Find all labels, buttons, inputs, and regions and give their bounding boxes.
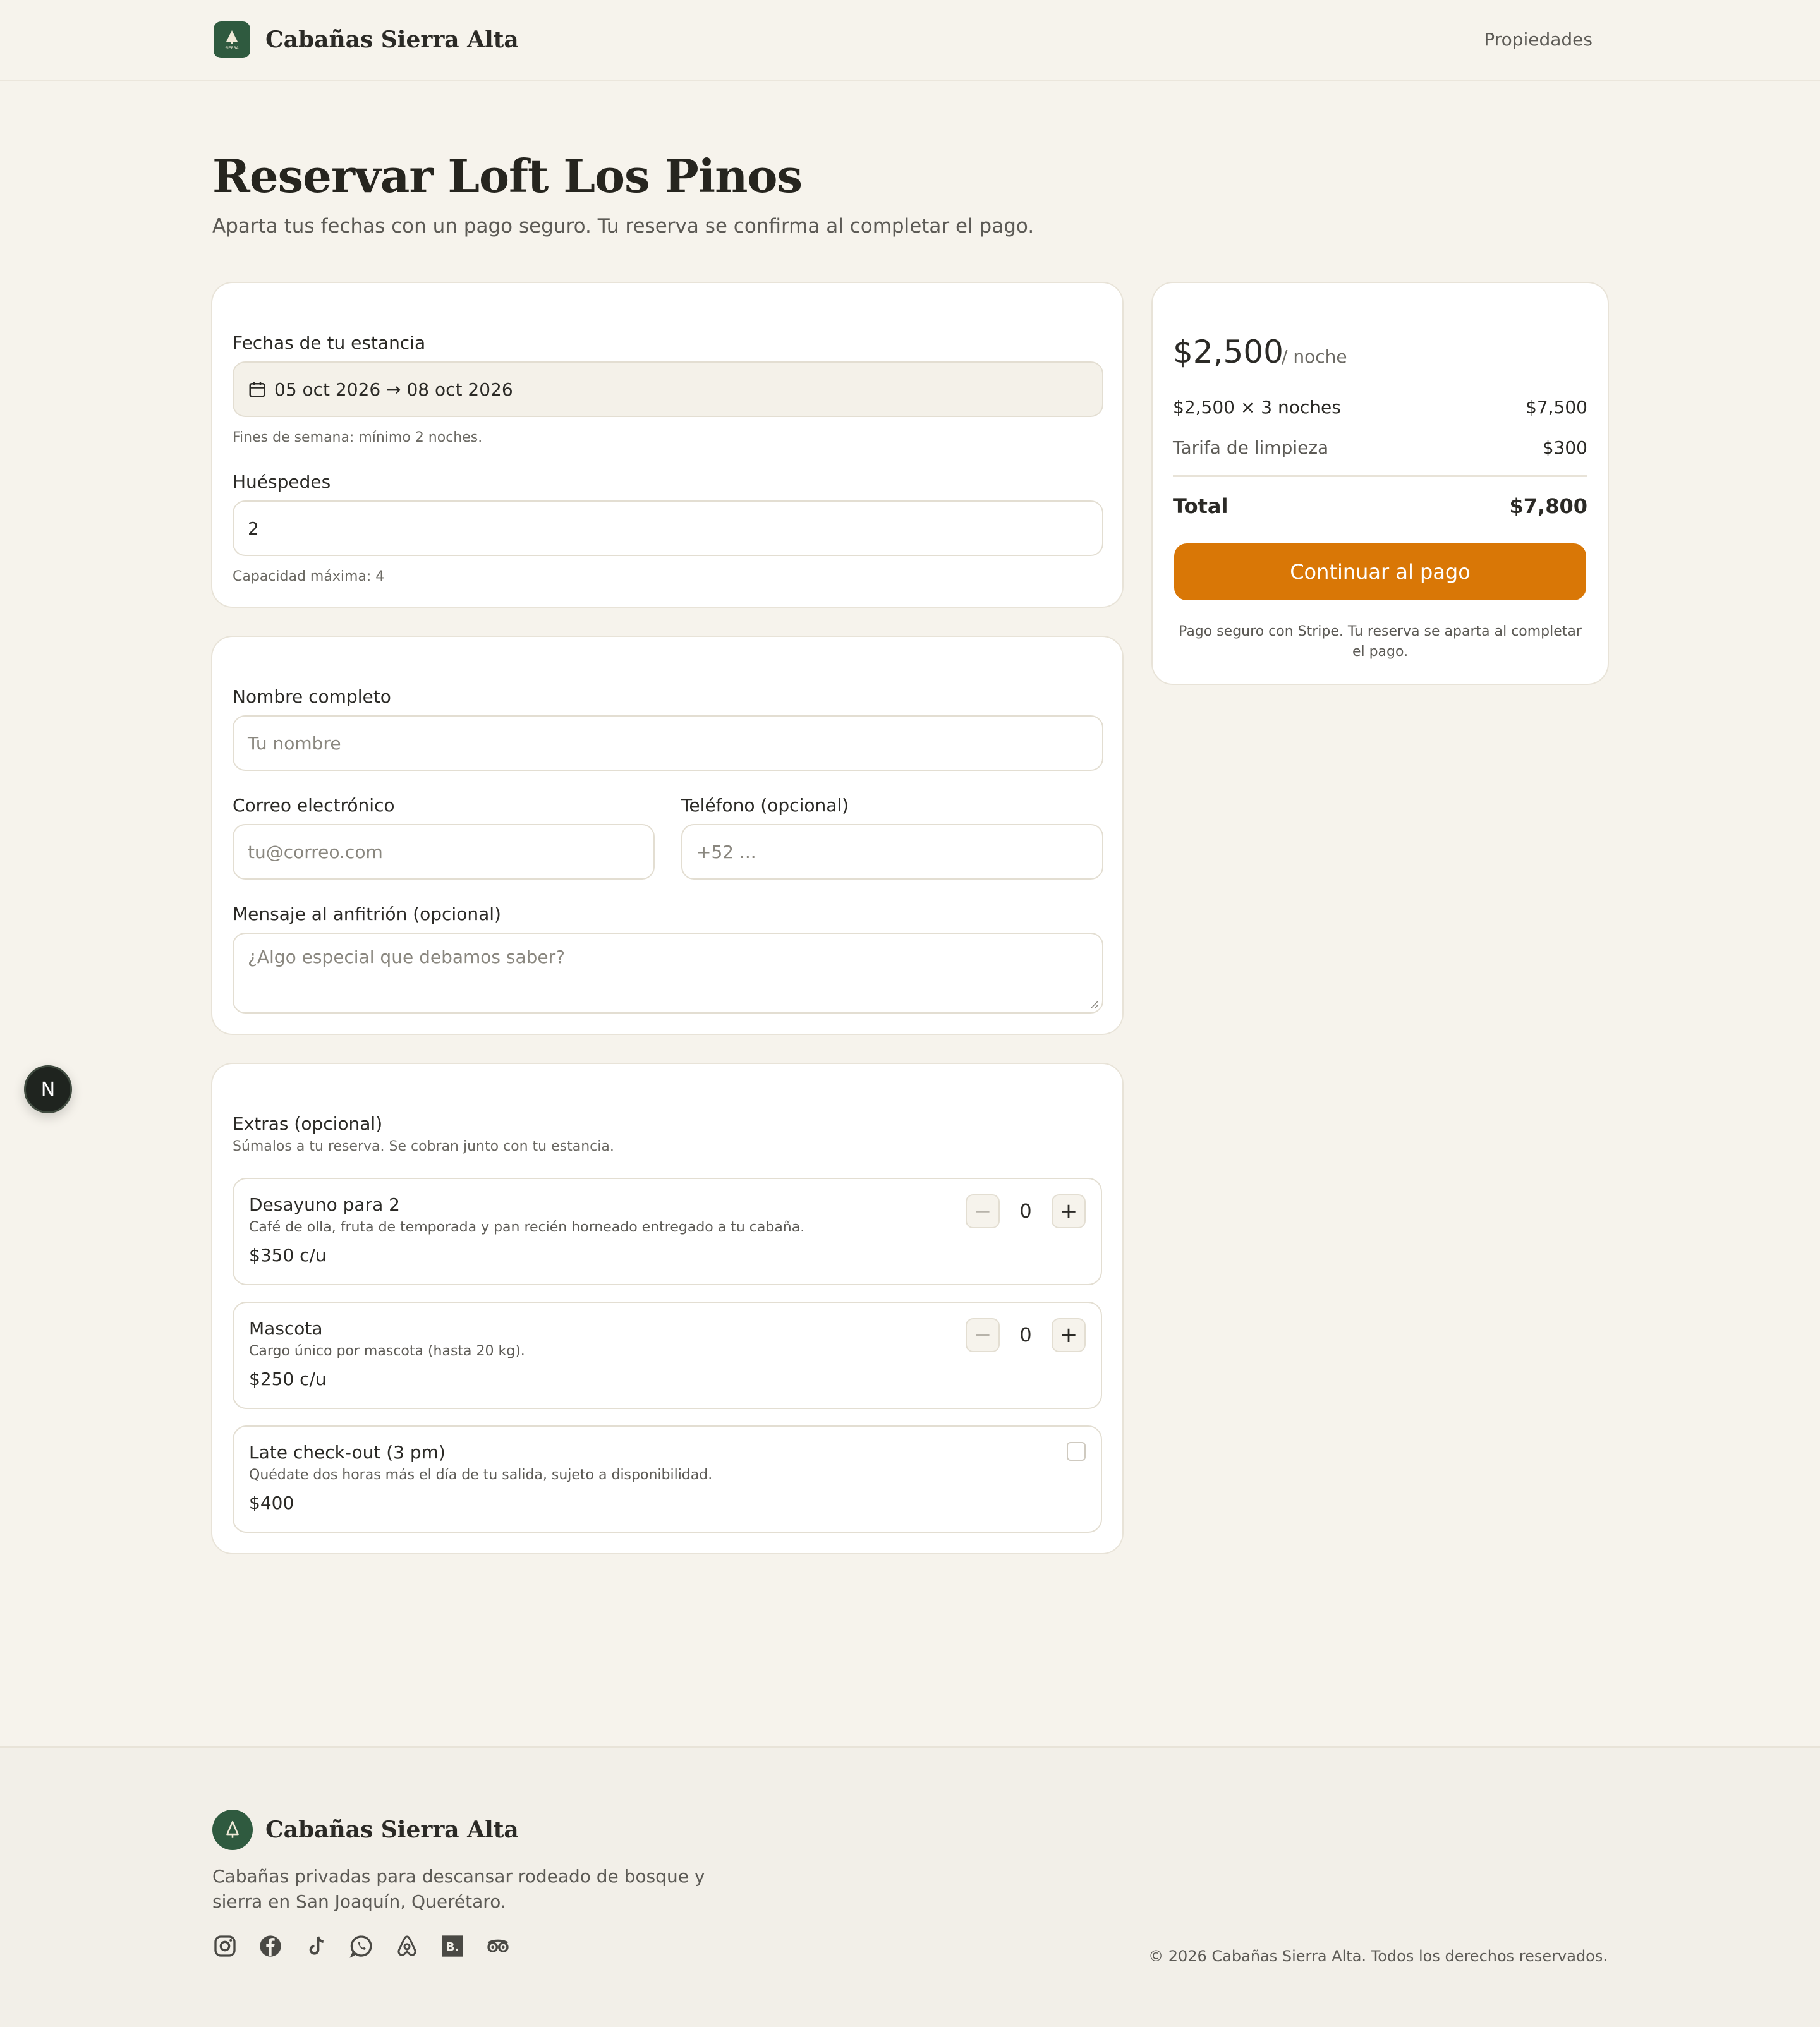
message-textarea[interactable]: ¿Algo especial que debamos saber? (233, 933, 1103, 1014)
email-field[interactable]: tu@correo.com (233, 824, 655, 880)
price-unit: / noche (1282, 346, 1347, 367)
late-checkout-checkbox[interactable] (1067, 1442, 1086, 1461)
message-placeholder: ¿Algo especial que debamos saber? (248, 947, 566, 967)
airbnb-icon[interactable] (394, 1933, 420, 1959)
phone-field[interactable]: +52 ... (681, 824, 1103, 880)
tripadvisor-icon[interactable] (485, 1933, 511, 1959)
stay-card: Fechas de tu estancia 05 oct 2026 → 08 o… (211, 282, 1124, 608)
whatsapp-icon[interactable] (349, 1933, 374, 1959)
name-field[interactable]: Tu nombre (233, 715, 1103, 771)
footer-brand-name: Cabañas Sierra Alta (265, 1817, 519, 1843)
footer-description: Cabañas privadas para descansar rodeado … (212, 1866, 705, 1912)
extra-item-late-checkout: Late check-out (3 pm) Quédate dos horas … (233, 1425, 1102, 1533)
extra-desc: Cargo único por mascota (hasta 20 kg). (249, 1343, 525, 1359)
nights-label: $2,500 × 3 noches (1173, 397, 1341, 418)
name-label: Nombre completo (233, 686, 391, 707)
extra-item-breakfast: Desayuno para 2 Café de olla, fruta de t… (233, 1178, 1102, 1285)
extra-price: $350 c/u (249, 1245, 327, 1266)
extra-title: Desayuno para 2 (249, 1194, 400, 1215)
minus-icon: − (973, 1199, 992, 1224)
extra-desc: Quédate dos horas más el día de tu salid… (249, 1467, 713, 1483)
decrement-button[interactable]: − (966, 1194, 1000, 1228)
dev-tools-button[interactable]: N (24, 1065, 72, 1113)
nav-propiedades-link[interactable]: Propiedades (1484, 29, 1592, 50)
secure-payment-note: Pago seguro con Stripe. Tu reserva se ap… (1179, 624, 1582, 660)
guests-label: Huéspedes (233, 471, 331, 492)
extra-desc: Café de olla, fruta de temporada y pan r… (249, 1219, 805, 1235)
extras-card: Extras (opcional) Súmalos a tu reserva. … (211, 1063, 1124, 1554)
quantity-stepper: − 0 + (966, 1194, 1086, 1228)
nights-row: $2,500 × 3 noches $7,500 (1173, 397, 1587, 418)
extra-item-pet: Mascota Cargo único por mascota (hasta 2… (233, 1302, 1102, 1409)
page-title: Reservar Loft Los Pinos (212, 149, 803, 203)
extras-subtitle: Súmalos a tu reserva. Se cobran junto co… (233, 1139, 614, 1154)
summary-card: $2,500 / noche $2,500 × 3 noches $7,500 … (1151, 282, 1609, 685)
footer-brand: Cabañas Sierra Alta (212, 1810, 519, 1850)
plus-icon: + (1059, 1199, 1078, 1224)
svg-text:B.: B. (446, 1941, 459, 1954)
quantity-value: 0 (1019, 1324, 1032, 1346)
brand-link[interactable]: SIERRA Cabañas Sierra Alta (214, 21, 519, 58)
total-value: $7,800 (1509, 494, 1587, 518)
continue-to-payment-button[interactable]: Continuar al pago (1174, 543, 1586, 600)
extra-title: Late check-out (3 pm) (249, 1442, 446, 1463)
cleaning-label: Tarifa de limpieza (1173, 437, 1329, 458)
minus-icon: − (973, 1322, 992, 1348)
dates-label: Fechas de tu estancia (233, 332, 426, 353)
resize-handle-icon[interactable] (1089, 1000, 1100, 1010)
dates-value: 05 oct 2026 → 08 oct 2026 (274, 378, 513, 400)
extra-title: Mascota (249, 1318, 323, 1339)
social-links: B. (212, 1933, 531, 1959)
site-header: SIERRA Cabañas Sierra Alta Propiedades (0, 0, 1820, 81)
increment-button[interactable]: + (1052, 1318, 1086, 1352)
instagram-icon[interactable] (212, 1933, 238, 1959)
tree-icon: SIERRA (225, 30, 240, 51)
email-label: Correo electrónico (233, 795, 395, 816)
tiktok-icon[interactable] (303, 1933, 329, 1959)
summary-divider (1173, 475, 1587, 477)
nights-value: $7,500 (1526, 397, 1587, 418)
svg-text:SIERRA: SIERRA (225, 46, 239, 51)
extras-title: Extras (opcional) (233, 1113, 383, 1134)
quantity-value: 0 (1019, 1200, 1032, 1223)
page-subtitle: Aparta tus fechas con un pago seguro. Tu… (212, 215, 1034, 238)
nightly-price: $2,500 (1173, 334, 1283, 370)
increment-button[interactable]: + (1052, 1194, 1086, 1228)
booking-icon[interactable]: B. (440, 1933, 465, 1959)
calendar-icon (249, 382, 265, 397)
message-label: Mensaje al anfitrión (opcional) (233, 904, 501, 924)
dates-field[interactable]: 05 oct 2026 → 08 oct 2026 (233, 361, 1103, 417)
copyright-text: © 2026 Cabañas Sierra Alta. Todos los de… (1148, 1947, 1608, 1965)
extra-price: $250 c/u (249, 1369, 327, 1389)
cleaning-row: Tarifa de limpieza $300 (1173, 437, 1587, 458)
quantity-stepper: − 0 + (966, 1318, 1086, 1352)
plus-icon: + (1059, 1322, 1078, 1348)
brand-name: Cabañas Sierra Alta (265, 27, 519, 53)
total-label: Total (1173, 494, 1228, 518)
guests-hint: Capacidad máxima: 4 (233, 569, 385, 584)
extra-price: $400 (249, 1492, 294, 1513)
guests-field[interactable]: 2 (233, 500, 1103, 556)
total-row: Total $7,800 (1173, 494, 1587, 518)
contact-card: Nombre completo Tu nombre Correo electró… (211, 636, 1124, 1035)
facebook-icon[interactable] (258, 1933, 283, 1959)
decrement-button[interactable]: − (966, 1318, 1000, 1352)
site-footer: Cabañas Sierra Alta Cabañas privadas par… (0, 1746, 1820, 2027)
dates-hint: Fines de semana: mínimo 2 noches. (233, 430, 483, 445)
phone-label: Teléfono (opcional) (681, 795, 849, 816)
brand-logo: SIERRA (214, 21, 250, 58)
cleaning-value: $300 (1542, 437, 1587, 458)
bell-logo-icon (212, 1810, 253, 1850)
